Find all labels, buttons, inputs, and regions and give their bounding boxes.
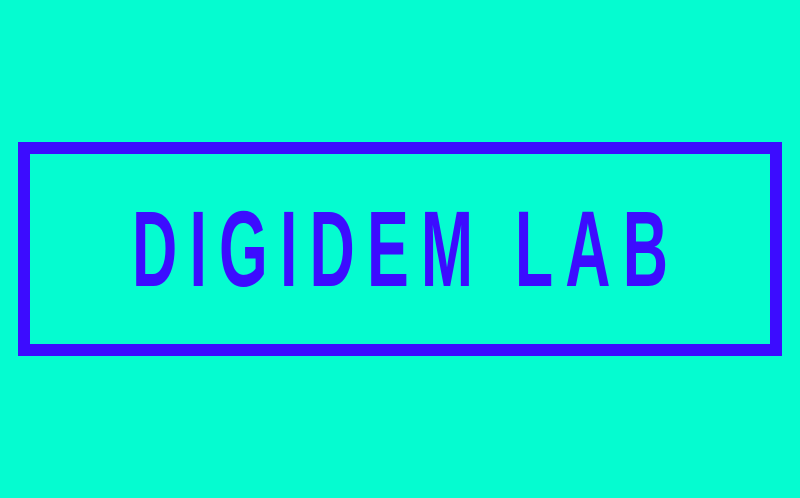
logo-wordmark: DIGIDEM LAB — [132, 188, 681, 309]
logo-frame: DIGIDEM LAB — [18, 142, 782, 356]
logo-canvas: DIGIDEM LAB — [0, 0, 800, 498]
